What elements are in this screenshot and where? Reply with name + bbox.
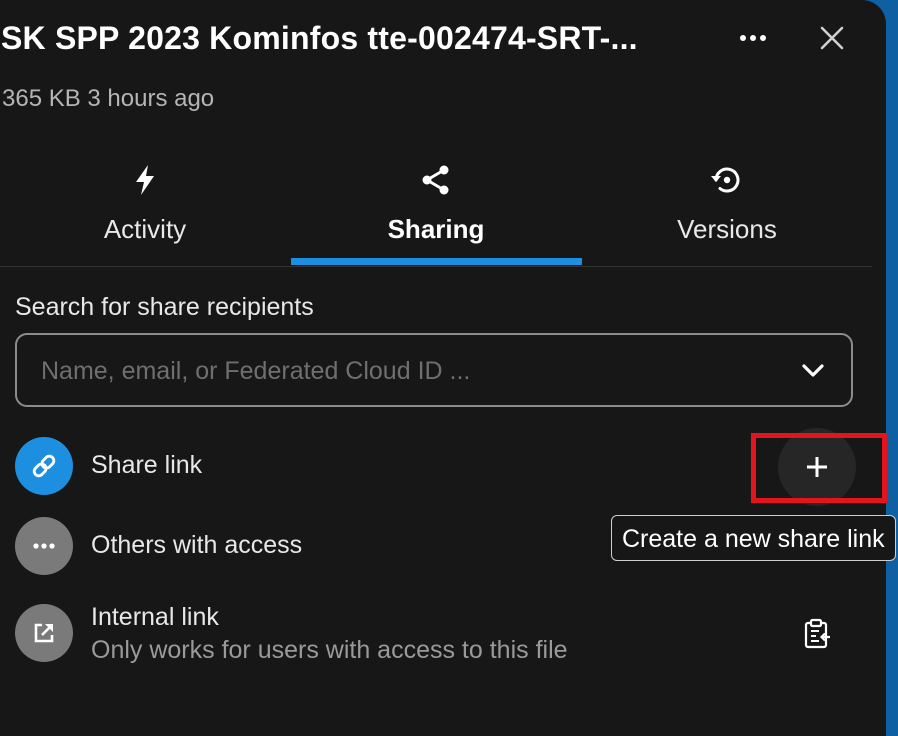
internal-link-avatar — [15, 604, 73, 662]
ellipsis-horizontal-icon — [33, 543, 55, 549]
clipboard-icon — [804, 618, 830, 649]
share-icon — [418, 162, 454, 198]
close-icon — [820, 26, 844, 50]
search-input[interactable] — [39, 335, 783, 407]
chevron-down-icon — [802, 364, 824, 377]
share-recipient-search — [15, 333, 853, 407]
sharing-sidebar: SK SPP 2023 Kominfos tte-002474-SRT-... … — [0, 0, 887, 736]
create-share-link-button[interactable] — [778, 428, 856, 506]
dropdown-toggle[interactable] — [797, 354, 829, 386]
tab-label: Activity — [103, 214, 187, 244]
page: SK SPP 2023 Kominfos tte-002474-SRT-... … — [0, 0, 898, 736]
close-button[interactable] — [812, 18, 852, 58]
ellipsis-horizontal-icon — [740, 35, 766, 41]
file-title: SK SPP 2023 Kominfos tte-002474-SRT-... — [1, 20, 638, 56]
others-avatar — [15, 517, 73, 575]
history-icon — [709, 162, 745, 198]
link-icon — [32, 454, 56, 478]
external-link-icon — [34, 623, 54, 643]
lightning-icon — [127, 162, 163, 198]
plus-icon — [807, 457, 827, 477]
others-with-access-label: Others with access — [91, 531, 303, 559]
create-share-link-tooltip: Create a new share link — [611, 515, 896, 561]
internal-link-label: Internal link — [91, 603, 219, 631]
more-actions-button[interactable] — [733, 20, 773, 56]
tab-activity[interactable]: Activity — [0, 150, 290, 264]
file-meta: 365 KB 3 hours ago — [2, 85, 215, 112]
tab-versions[interactable]: Versions — [582, 150, 872, 264]
active-tab-indicator — [291, 258, 582, 265]
tab-bar: Activity Sharing Versions — [0, 150, 872, 267]
tab-sharing[interactable]: Sharing — [291, 150, 581, 264]
share-link-row: Share link — [15, 437, 875, 495]
tab-label: Versions — [677, 214, 777, 244]
internal-link-description: Only works for users with access to this… — [91, 636, 568, 664]
search-label: Search for share recipients — [15, 293, 314, 321]
copy-internal-link-button[interactable] — [798, 614, 838, 654]
share-link-label: Share link — [91, 451, 203, 479]
internal-link-row: Internal link Only works for users with … — [15, 603, 875, 665]
share-link-avatar — [15, 437, 73, 495]
tab-label: Sharing — [387, 214, 485, 244]
